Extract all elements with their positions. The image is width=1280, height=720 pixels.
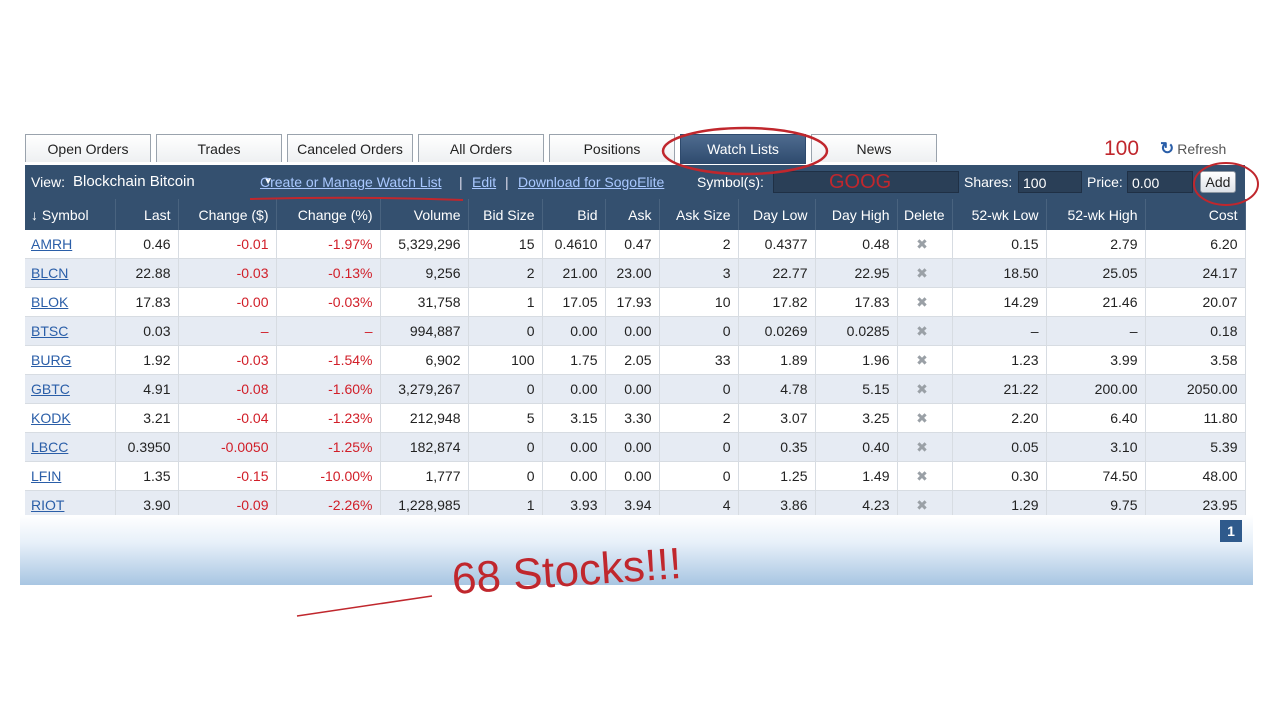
add-button-circle — [1193, 162, 1259, 206]
annotation-marks — [249, 126, 1259, 617]
arrow-stroke — [296, 595, 433, 617]
watch-lists-circle — [661, 126, 829, 176]
create-link-underline — [249, 196, 464, 201]
